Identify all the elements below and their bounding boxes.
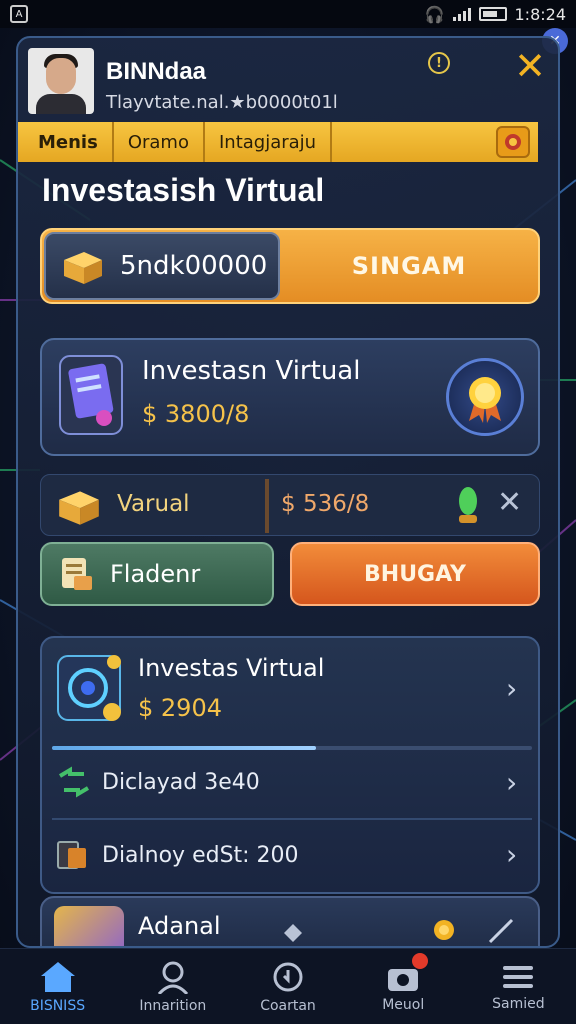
reward-icon <box>505 134 521 150</box>
reward-chest-icon <box>54 906 124 946</box>
nav-item-innarition[interactable]: Innarition <box>115 949 230 1024</box>
profile-header: BINNdaa Tlayvtate.nal.★b0000t01l <box>28 48 338 114</box>
nav-label: Samied <box>492 995 545 1012</box>
battery-icon <box>478 7 507 21</box>
target-icon <box>56 652 126 730</box>
plant-icon <box>459 487 477 523</box>
info-icon[interactable]: ! <box>428 52 450 74</box>
additional-card[interactable]: Adanal <box>40 896 540 946</box>
gold-box-icon <box>59 491 99 525</box>
row-close-button[interactable]: ✕ <box>497 485 522 520</box>
fladenr-label: Fladenr <box>110 560 201 588</box>
menu-icon <box>503 965 534 988</box>
refresh-icon <box>273 962 303 991</box>
nav-label: Meuol <box>382 996 425 1013</box>
list-item[interactable]: Dialnoy edSt: 200 <box>56 838 299 872</box>
sun-badge-icon[interactable] <box>446 358 524 436</box>
gold-box-icon <box>64 252 102 284</box>
fladenr-button[interactable]: Fladenr <box>40 542 274 606</box>
document-icon <box>56 352 126 442</box>
row-label: Varual <box>117 491 190 517</box>
progress-bar <box>52 746 532 750</box>
virtual-row[interactable]: Varual $ 536/8 ✕ <box>40 474 540 536</box>
nav-item-samied[interactable]: Samied <box>461 949 576 1024</box>
card-icon <box>57 841 86 869</box>
profile-name: BINNdaa <box>106 58 207 85</box>
tab-menis[interactable]: Menis <box>18 122 114 162</box>
home-icon <box>40 961 75 992</box>
nav-label: BISNISS <box>30 997 86 1014</box>
nav-item-bisniss[interactable]: BISNISS <box>0 949 115 1024</box>
diamond-icon <box>284 924 302 942</box>
page-title: Investasish Virtual <box>42 172 325 208</box>
chevron-right-icon[interactable]: › <box>506 672 517 705</box>
nav-label: Coartan <box>260 997 316 1014</box>
list-item[interactable]: Diclayad 3e40 <box>56 766 260 798</box>
list-item-label: Dialnoy edSt: 200 <box>102 842 299 868</box>
balance-action-button[interactable]: SINGAM <box>280 230 538 302</box>
notification-badge <box>411 953 428 969</box>
tab-intagjaraju[interactable]: Intagjaraju <box>205 122 333 162</box>
reward-icon-button[interactable] <box>496 126 530 158</box>
nav-label: Innarition <box>139 997 207 1014</box>
main-panel: BINNdaa Tlayvtate.nal.★b0000t01l ! ✕ Men… <box>16 36 560 948</box>
signal-icon <box>452 7 471 21</box>
row-divider <box>265 479 269 533</box>
additional-title: Adanal <box>138 912 221 940</box>
clock: 1:8:24 <box>514 4 567 24</box>
investment-title: Investasn Virtual <box>142 356 361 386</box>
user-icon <box>157 961 188 994</box>
status-bar: A 🎧 1:8:24 <box>0 0 576 28</box>
list-item-label: Diclayad 3e40 <box>102 769 260 795</box>
bhugay-button[interactable]: BHUGAY <box>290 542 540 606</box>
panel-title: Investas Virtual <box>138 654 325 682</box>
document-icon <box>62 558 92 590</box>
edit-icon[interactable] <box>486 916 516 946</box>
panel-value: $ 2904 <box>138 694 222 722</box>
progress-fill <box>52 746 316 750</box>
profile-subtitle: Tlayvtate.nal.★b0000t01l <box>106 92 338 113</box>
row-value: $ 536/8 <box>281 491 370 517</box>
nav-item-meuol[interactable]: Meuol <box>346 949 461 1024</box>
nav-item-coartan[interactable]: Coartan <box>230 949 345 1024</box>
chevron-right-icon[interactable]: › <box>506 766 517 799</box>
balance-bar: 5ndk00000 SINGAM <box>40 228 540 304</box>
chevron-right-icon[interactable]: › <box>506 838 517 871</box>
headset-icon: 🎧 <box>424 4 445 24</box>
balance-amount: 5ndk00000 <box>120 251 268 281</box>
close-button[interactable]: ✕ <box>512 47 548 85</box>
header-tab-bar: Menis Oramo Intagjaraju <box>18 122 538 162</box>
divider <box>52 818 532 820</box>
bottom-nav: BISNISS Innarition Coartan Meuol Samied <box>0 948 576 1024</box>
notification-icon: A <box>10 5 28 23</box>
investment-value: $ 3800/8 <box>142 400 250 428</box>
status-right: 🎧 1:8:24 <box>425 5 566 24</box>
avatar[interactable] <box>28 48 94 114</box>
tab-oramo[interactable]: Oramo <box>114 122 205 162</box>
balance-display: 5ndk00000 <box>44 232 280 300</box>
coin-icon <box>434 920 454 940</box>
investment-card[interactable]: Investasn Virtual $ 3800/8 <box>40 338 540 456</box>
investment-list-panel: Investas Virtual $ 2904 › Diclayad 3e40 … <box>40 636 540 894</box>
swap-icon <box>58 766 90 798</box>
